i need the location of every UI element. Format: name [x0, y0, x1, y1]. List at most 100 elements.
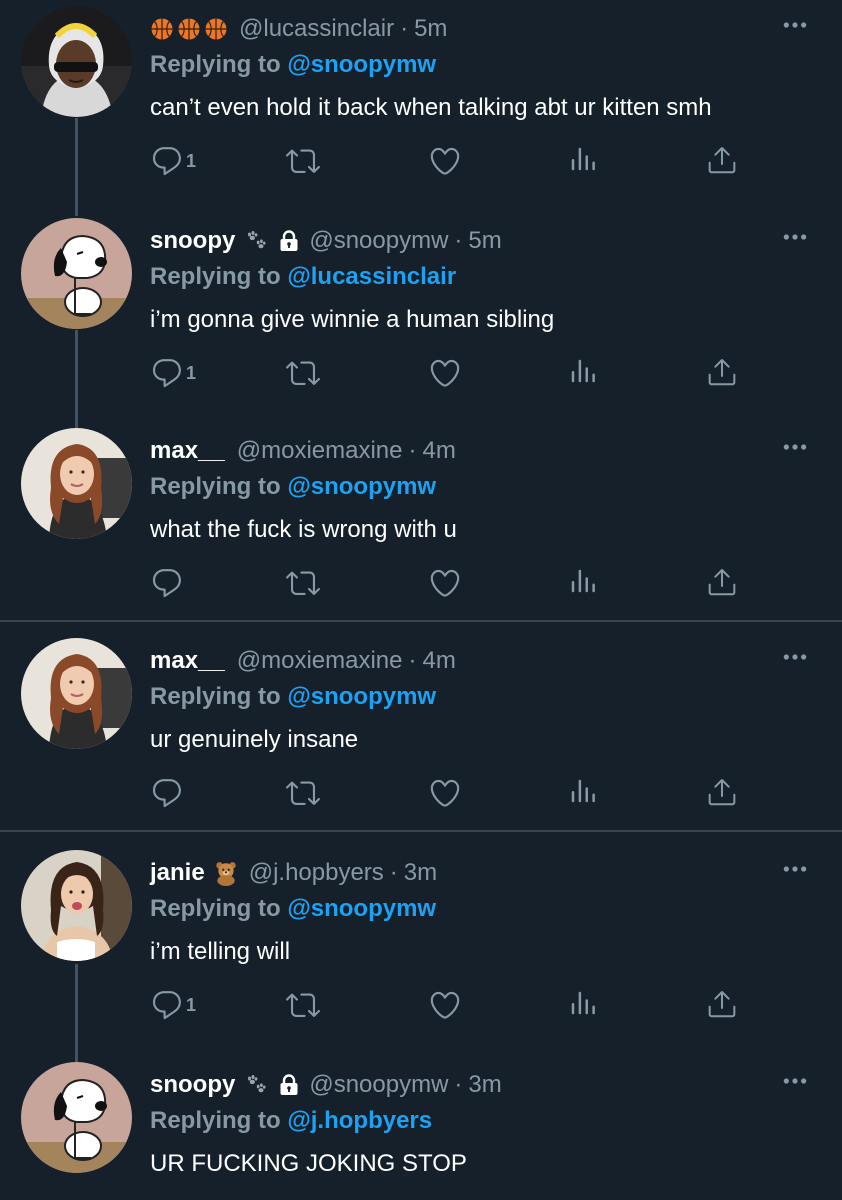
timestamp[interactable]: 4m [422, 436, 455, 466]
reply-icon [150, 356, 184, 390]
user-handle[interactable]: @snoopymw [309, 226, 448, 256]
share-icon [706, 776, 738, 808]
share-button[interactable] [706, 988, 738, 1020]
avatar[interactable] [21, 638, 132, 749]
reply-target-link[interactable]: @lucassinclair [287, 263, 456, 290]
reply-icon [150, 144, 184, 178]
tweet-actions [150, 566, 750, 606]
lock-icon [277, 1073, 301, 1097]
reply-button[interactable]: 1 [150, 988, 196, 1022]
tweet-actions: 1 [150, 988, 750, 1028]
avatar[interactable] [21, 6, 132, 117]
tweet-text: can’t even hold it back when talking abt… [150, 94, 712, 121]
tweet[interactable]: snoopy @snoopymw · 3m Replying to @j.hop… [0, 1062, 842, 1200]
retweet-button[interactable] [286, 988, 320, 1022]
avatar[interactable] [21, 1062, 132, 1173]
tweet-actions: 1 [150, 356, 750, 396]
analytics-icon [568, 988, 598, 1018]
user-handle[interactable]: @j.hopbyers [249, 858, 384, 888]
heart-icon [428, 776, 462, 810]
like-button[interactable] [428, 356, 462, 390]
analytics-icon [568, 776, 598, 806]
timestamp[interactable]: 3m [468, 1070, 501, 1100]
timestamp[interactable]: 4m [422, 646, 455, 676]
tweet-text: UR FUCKING JOKING STOP [150, 1150, 467, 1177]
tweet[interactable]: max__ @moxiemaxine · 4m Replying to @sno… [0, 638, 842, 828]
retweet-button[interactable] [286, 356, 320, 390]
timestamp[interactable]: 5m [468, 226, 501, 256]
like-button[interactable] [428, 776, 462, 810]
retweet-button[interactable] [286, 776, 320, 810]
share-button[interactable] [706, 144, 738, 176]
display-name[interactable]: snoopy [150, 226, 235, 256]
reply-target-link[interactable]: @snoopymw [287, 683, 436, 710]
analytics-button[interactable] [568, 988, 598, 1018]
reply-icon [150, 566, 184, 600]
retweet-icon [286, 356, 320, 390]
tweet-actions: 1 [150, 144, 750, 184]
reply-count: 1 [186, 994, 197, 1015]
avatar[interactable] [21, 850, 132, 961]
avatar[interactable] [21, 218, 132, 329]
more-options-icon[interactable] [782, 864, 808, 874]
share-button[interactable] [706, 776, 738, 808]
reply-target-link[interactable]: @j.hopbyers [287, 1107, 432, 1134]
reply-button[interactable] [150, 776, 184, 810]
basketball-icon [204, 17, 228, 41]
like-button[interactable] [428, 144, 462, 178]
more-options-icon[interactable] [782, 442, 808, 452]
display-name[interactable]: snoopy [150, 1070, 235, 1100]
reply-button[interactable]: 1 [150, 144, 196, 178]
display-name[interactable]: janie [150, 858, 205, 888]
share-icon [706, 144, 738, 176]
share-icon [706, 988, 738, 1020]
divider [0, 830, 842, 832]
retweet-icon [286, 988, 320, 1022]
like-button[interactable] [428, 988, 462, 1022]
retweet-icon [286, 144, 320, 178]
reply-target-link[interactable]: @snoopymw [287, 51, 436, 78]
tweet-text: i’m telling will [150, 938, 291, 965]
replying-to: Replying to @snoopymw [150, 894, 436, 924]
share-button[interactable] [706, 356, 738, 388]
tweet[interactable]: @lucassinclair · 5m Replying to @snoopym… [0, 6, 842, 206]
analytics-button[interactable] [568, 566, 598, 596]
analytics-button[interactable] [568, 776, 598, 806]
timestamp[interactable]: 5m [414, 14, 447, 44]
retweet-button[interactable] [286, 566, 320, 600]
reply-prefix: Replying to [150, 683, 281, 710]
tweet[interactable]: snoopy @snoopymw · 5m Replying to @lucas… [0, 218, 842, 418]
reply-icon [150, 988, 184, 1022]
user-handle[interactable]: @moxiemaxine [237, 436, 403, 466]
analytics-button[interactable] [568, 144, 598, 174]
more-options-icon[interactable] [782, 1076, 808, 1086]
user-handle[interactable]: @moxiemaxine [237, 646, 403, 676]
analytics-button[interactable] [568, 356, 598, 386]
name-badges [150, 17, 231, 41]
timestamp[interactable]: 3m [404, 858, 437, 888]
like-button[interactable] [428, 566, 462, 600]
reply-button[interactable] [150, 566, 184, 600]
replying-to: Replying to @lucassinclair [150, 262, 456, 292]
more-options-icon[interactable] [782, 652, 808, 662]
heart-icon [428, 144, 462, 178]
reply-prefix: Replying to [150, 473, 281, 500]
avatar[interactable] [21, 428, 132, 539]
separator-dot: · [454, 227, 463, 254]
reply-button[interactable]: 1 [150, 356, 196, 390]
more-options-icon[interactable] [782, 20, 808, 30]
share-icon [706, 566, 738, 598]
display-name[interactable]: max__ [150, 646, 225, 676]
user-handle[interactable]: @lucassinclair [239, 14, 394, 44]
more-options-icon[interactable] [782, 232, 808, 242]
share-button[interactable] [706, 566, 738, 598]
display-name[interactable]: max__ [150, 436, 225, 466]
tweet[interactable]: max__ @moxiemaxine · 4m Replying to @sno… [0, 428, 842, 618]
retweet-button[interactable] [286, 144, 320, 178]
reply-count: 1 [186, 150, 197, 171]
user-handle[interactable]: @snoopymw [309, 1070, 448, 1100]
reply-target-link[interactable]: @snoopymw [287, 473, 436, 500]
tweet[interactable]: janie @j.hopbyers · 3m Replying to @snoo… [0, 850, 842, 1050]
tweet-text: ur genuinely insane [150, 726, 359, 753]
reply-target-link[interactable]: @snoopymw [287, 895, 436, 922]
